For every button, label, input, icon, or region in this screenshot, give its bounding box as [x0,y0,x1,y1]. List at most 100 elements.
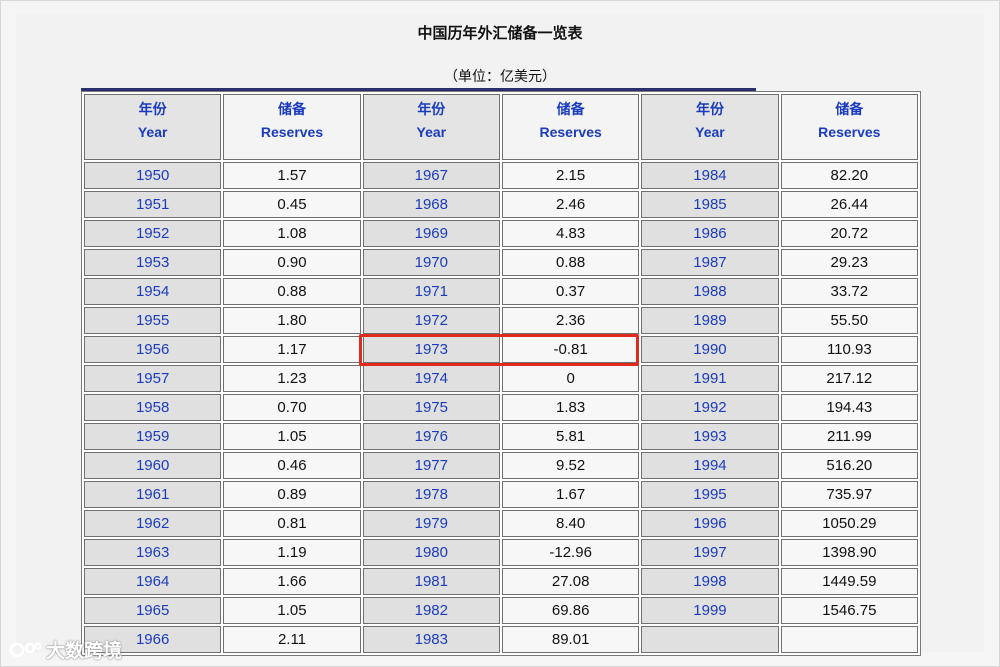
year-cell[interactable]: 1984 [641,162,779,189]
year-cell[interactable]: 1964 [84,568,222,595]
reserves-cell: 69.86 [501,597,640,624]
reserves-cell: 110.93 [780,336,918,363]
year-cell[interactable]: 1992 [641,394,779,421]
year-cell[interactable]: 1990 [641,336,779,363]
reserves-cell: 4.83 [501,220,640,247]
year-cell[interactable]: 1982 [362,597,500,624]
reserves-cell: 0.37 [501,278,640,305]
reserves-cell: 82.20 [780,162,918,189]
year-cell[interactable]: 1985 [641,191,779,218]
year-cell[interactable]: 1981 [362,568,500,595]
header-year: 年份 Year [362,94,500,160]
year-cell[interactable]: 1952 [84,220,222,247]
year-cell[interactable]: 1987 [641,249,779,276]
reserves-cell: 1.57 [223,162,361,189]
header-reserves: 储备 Reserves [780,94,918,160]
highlight-box-1973 [359,334,639,366]
year-cell[interactable]: 1954 [84,278,222,305]
year-cell[interactable]: 1956 [84,336,222,363]
table-header: 年份 Year 储备 Reserves 年份 Year 储备 Reserves 年份 Ye… [84,94,918,160]
year-cell[interactable]: 1977 [362,452,500,479]
year-cell[interactable]: 1978 [362,481,500,508]
year-cell[interactable] [641,626,779,653]
table-row: 1953 0.90 1970 0.88 1987 29.23 [84,249,918,276]
reserves-cell: 194.43 [780,394,918,421]
table-row: 1950 1.57 1967 2.15 1984 82.20 [84,162,918,189]
year-cell[interactable]: 1963 [84,539,222,566]
watermark-logo-icon [9,642,42,657]
year-cell[interactable]: 1999 [641,597,779,624]
header-reserves-en: Reserves [260,124,324,140]
year-cell[interactable]: 1979 [362,510,500,537]
year-cell[interactable]: 1980 [362,539,500,566]
table-row: 1959 1.05 1976 5.81 1993 211.99 [84,423,918,450]
reserves-cell: 1449.59 [780,568,918,595]
reserves-cell: 89.01 [501,626,640,653]
reserves-cell: 0.88 [501,249,640,276]
header-reserves-cn: 储备 [835,101,864,117]
reserves-cell: 8.40 [501,510,640,537]
reserves-cell: 0.90 [223,249,361,276]
year-cell[interactable]: 1951 [84,191,222,218]
year-cell[interactable]: 1996 [641,510,779,537]
year-cell[interactable]: 1997 [641,539,779,566]
year-cell[interactable]: 1994 [641,452,779,479]
year-cell[interactable]: 1968 [362,191,500,218]
reserves-cell: 0.46 [223,452,361,479]
reserves-cell: 0.70 [223,394,361,421]
reserves-cell: 1546.75 [780,597,918,624]
reserves-cell: 2.46 [501,191,640,218]
year-cell[interactable]: 1991 [641,365,779,392]
year-cell[interactable]: 1965 [84,597,222,624]
year-cell[interactable]: 1955 [84,307,222,334]
reserves-cell [780,626,918,653]
year-cell[interactable]: 1976 [362,423,500,450]
header-year-en: Year [137,124,168,140]
table-row: 1955 1.80 1972 2.36 1989 55.50 [84,307,918,334]
reserves-cell: 0.45 [223,191,361,218]
year-cell[interactable]: 1971 [362,278,500,305]
reserves-cell: 735.97 [780,481,918,508]
year-cell[interactable]: 1970 [362,249,500,276]
header-reserves-cn: 储备 [277,101,306,117]
year-cell[interactable]: 1957 [84,365,222,392]
year-cell[interactable]: 1986 [641,220,779,247]
table-row: 1965 1.05 1982 69.86 1999 1546.75 [84,597,918,624]
year-cell[interactable]: 1974 [362,365,500,392]
year-cell[interactable]: 1975 [362,394,500,421]
table-row: 1962 0.81 1979 8.40 1996 1050.29 [84,510,918,537]
year-cell[interactable]: 1959 [84,423,222,450]
reserves-cell: 0.88 [223,278,361,305]
reserves-cell: 55.50 [780,307,918,334]
year-cell[interactable]: 1967 [362,162,500,189]
table-row: 1963 1.19 1980 -12.96 1997 1398.90 [84,539,918,566]
reserves-cell: 217.12 [780,365,918,392]
reserves-cell: 0.81 [223,510,361,537]
year-cell[interactable]: 1960 [84,452,222,479]
reserves-cell: 211.99 [780,423,918,450]
table-row: 1961 0.89 1978 1.67 1995 735.97 [84,481,918,508]
year-cell[interactable]: 1958 [84,394,222,421]
year-cell[interactable]: 1988 [641,278,779,305]
table-row: 1951 0.45 1968 2.46 1985 26.44 [84,191,918,218]
reserves-cell: 1.17 [223,336,361,363]
year-cell[interactable]: 1983 [362,626,500,653]
year-cell[interactable]: 1950 [84,162,222,189]
reserves-cell: 2.15 [501,162,640,189]
table-row: 1954 0.88 1971 0.37 1988 33.72 [84,278,918,305]
year-cell[interactable]: 1962 [84,510,222,537]
year-cell[interactable]: 1995 [641,481,779,508]
header-year-en: Year [416,124,447,140]
reserves-cell: 20.72 [780,220,918,247]
year-cell[interactable]: 1993 [641,423,779,450]
reserves-cell: 1050.29 [780,510,918,537]
header-row: 年份 Year 储备 Reserves 年份 Year 储备 Reserves 年份 Ye… [84,94,918,160]
year-cell[interactable]: 1953 [84,249,222,276]
reserves-cell: 1.67 [501,481,640,508]
year-cell[interactable]: 1961 [84,481,222,508]
year-cell[interactable]: 1972 [362,307,500,334]
year-cell[interactable]: 1998 [641,568,779,595]
year-cell[interactable]: 1989 [641,307,779,334]
year-cell[interactable]: 1969 [362,220,500,247]
reserves-table: 年份 Year 储备 Reserves 年份 Year 储备 Reserves 年份 Ye… [81,91,921,656]
